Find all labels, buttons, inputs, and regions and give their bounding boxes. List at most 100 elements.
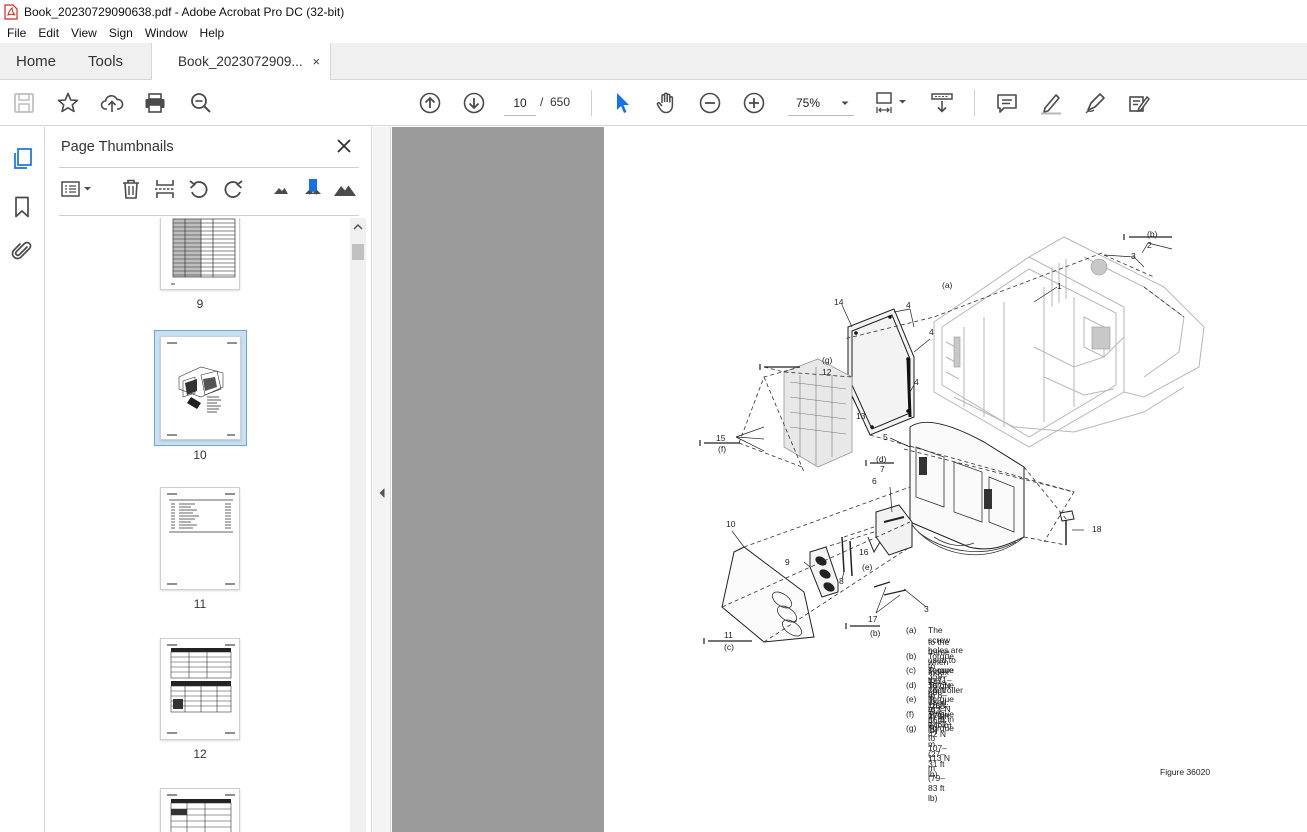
page-total: 650 — [550, 95, 571, 109]
tab-tools[interactable]: Tools — [72, 43, 139, 79]
callout-label: 8 — [839, 576, 844, 586]
fill-sign-icon[interactable] — [1083, 91, 1107, 115]
tab-document[interactable]: Book_2023072909... × — [151, 43, 332, 80]
panel-title: Page Thumbnails — [61, 139, 174, 155]
page-number-input[interactable] — [504, 90, 536, 116]
bookmark-star-icon[interactable] — [56, 91, 80, 115]
comment-icon[interactable] — [995, 91, 1019, 115]
thumbnail-label: 9 — [196, 297, 204, 311]
callout-label: (g) — [822, 355, 833, 365]
page-11-preview-icon — [167, 493, 235, 585]
bookmarks-icon[interactable] — [10, 195, 34, 219]
callout-label: 10 — [726, 519, 736, 529]
menu-sign[interactable]: Sign — [103, 23, 139, 43]
menu-help[interactable]: Help — [194, 23, 231, 43]
next-page-icon[interactable] — [462, 91, 486, 115]
menu-window[interactable]: Window — [139, 23, 194, 43]
left-navigation-rail — [0, 127, 45, 832]
callout-label: (e) — [862, 562, 873, 572]
figure-number: Figure 36020 — [1160, 767, 1211, 777]
pdf-page[interactable]: (b) 2 3 1 (a) 14 4 4 (g) 12 4 13 15 (f) … — [604, 127, 1307, 832]
insert-pages-icon[interactable] — [153, 177, 177, 201]
zoom-in-icon[interactable] — [742, 91, 766, 115]
menu-view[interactable]: View — [65, 23, 103, 43]
callout-label: 12 — [822, 367, 832, 377]
zoom-level-value: 75% — [796, 95, 821, 110]
window-title: Book_20230729090638.pdf - Adobe Acrobat … — [24, 4, 345, 19]
callout-label: 7 — [880, 464, 885, 474]
close-icon[interactable] — [335, 137, 353, 155]
callout-label: 13 — [856, 411, 866, 421]
enlarge-thumbnail-size-icon[interactable] — [333, 177, 357, 201]
legend-key: (g) — [906, 723, 917, 733]
acrobat-pdf-icon — [4, 3, 18, 20]
page-thumbnails-icon[interactable] — [10, 147, 34, 171]
thumbnail-page-13[interactable] — [160, 788, 240, 832]
thumbnail-label: 10 — [193, 448, 207, 462]
scroll-up-arrow-icon[interactable] — [353, 222, 363, 232]
find-zoom-icon[interactable] — [189, 91, 213, 115]
legend-key: (f) — [906, 709, 915, 719]
toolbar-divider — [591, 90, 592, 116]
legend-key: (d) — [906, 680, 917, 690]
menu-file[interactable]: File — [0, 23, 32, 43]
callout-label: 16 — [859, 547, 869, 557]
legend-key: (a) — [906, 625, 917, 635]
delete-pages-icon[interactable] — [119, 177, 143, 201]
select-tool-icon[interactable] — [610, 91, 634, 115]
callout-label: 18 — [1092, 524, 1102, 534]
thumbnails-list: 9 10 11 12 — [59, 218, 353, 832]
callout-label: 11 — [724, 630, 733, 640]
callout-label: 1 — [1057, 281, 1062, 291]
callout-label: 4 — [914, 377, 919, 387]
thumbnail-page-11[interactable] — [160, 487, 240, 590]
document-view-area[interactable]: (b) 2 3 1 (a) 14 4 4 (g) 12 4 13 15 (f) … — [392, 127, 1307, 832]
panel-divider — [59, 215, 359, 216]
scrollbar-thumb[interactable] — [352, 244, 364, 260]
thumbnail-label: 11 — [193, 597, 207, 611]
save-icon[interactable] — [12, 91, 36, 115]
callout-label: 15 — [716, 433, 726, 443]
rotate-counterclockwise-icon[interactable] — [187, 177, 211, 201]
page-13-preview-icon — [167, 794, 235, 832]
scroll-mode-icon[interactable] — [930, 91, 954, 115]
zoom-level-select[interactable]: 75% — [788, 90, 854, 116]
print-icon[interactable] — [143, 91, 167, 115]
previous-page-icon[interactable] — [418, 91, 442, 115]
attachments-icon[interactable] — [10, 239, 34, 263]
thumbnail-page-12[interactable] — [160, 638, 240, 740]
reduce-thumbnail-size-icon[interactable] — [269, 177, 293, 201]
callout-label: 3 — [924, 604, 929, 614]
tab-home[interactable]: Home — [0, 43, 72, 79]
highlight-pen-icon[interactable] — [1039, 91, 1063, 115]
redact-tools-icon[interactable] — [1127, 91, 1151, 115]
bookmark-marker-icon[interactable] — [301, 177, 325, 201]
thumbnail-page-9[interactable] — [160, 218, 240, 290]
thumbnail-page-10[interactable] — [160, 336, 241, 440]
callout-label: (b) — [870, 628, 881, 638]
callout-label: 9 — [785, 557, 790, 567]
callout-label: (a) — [942, 280, 953, 290]
rotate-clockwise-icon[interactable] — [221, 177, 245, 201]
zoom-out-icon[interactable] — [698, 91, 722, 115]
page-fit-icon[interactable] — [874, 91, 910, 115]
thumbnail-options-icon[interactable] — [59, 177, 95, 201]
callout-label: 3 — [1131, 251, 1136, 261]
legend-key: (c) — [906, 665, 916, 675]
tab-close-icon[interactable]: × — [312, 54, 320, 69]
panel-divider — [59, 167, 359, 168]
hand-tool-icon[interactable] — [654, 91, 678, 115]
menu-edit[interactable]: Edit — [32, 23, 65, 43]
panel-collapse-strip[interactable] — [373, 127, 391, 832]
legend-text: Torque to 107–113 N m (79–83 ft lb) — [928, 723, 954, 803]
legend-key: (e) — [906, 694, 917, 704]
thumbnails-scrollbar[interactable] — [350, 218, 366, 832]
callout-label: (d) — [876, 454, 887, 464]
callout-label: 17 — [868, 614, 878, 624]
page-9-preview-icon — [171, 218, 236, 285]
callout-label: 2 — [1147, 240, 1152, 250]
exploded-parts-diagram — [699, 234, 1205, 644]
collapse-left-arrow-icon[interactable] — [378, 487, 386, 499]
callout-label: 4 — [929, 327, 934, 337]
cloud-upload-icon[interactable] — [100, 91, 124, 115]
